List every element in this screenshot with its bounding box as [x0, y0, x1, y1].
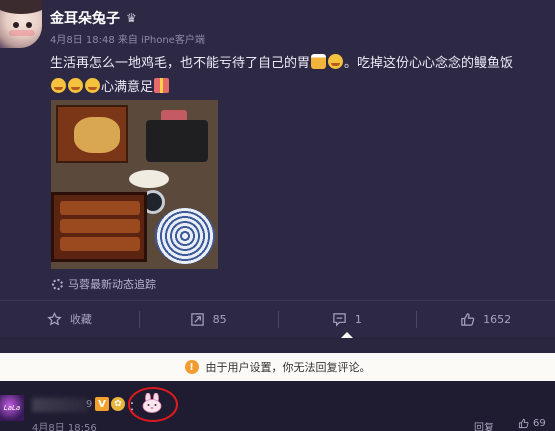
notice-text: 由于用户设置，你无法回复评论。	[205, 361, 371, 374]
favorite-label: 收藏	[69, 313, 92, 326]
username-text[interactable]: 金耳朵兔子	[50, 8, 120, 28]
action-bar: 收藏 85 1 1652	[0, 300, 555, 338]
repost-icon	[190, 312, 204, 326]
user-avatar[interactable]	[0, 0, 42, 48]
photo-bowl	[155, 208, 215, 264]
photo-tray	[56, 105, 128, 163]
favorite-button[interactable]: 收藏	[0, 301, 139, 337]
repost-button[interactable]: 85	[138, 301, 278, 337]
medal-badge-icon: ✿	[111, 397, 125, 411]
photo-eel-strip	[60, 201, 140, 215]
comment-meta: 4月8日 18:56	[32, 423, 97, 431]
comment-count: 1	[354, 312, 362, 326]
photo-grill	[146, 120, 208, 162]
post-photo[interactable]	[51, 100, 218, 269]
post-meta[interactable]: 4月8日 18:48 来自 iPhone客户端	[50, 31, 205, 46]
grin-emoji-icon	[51, 78, 66, 93]
gift-emoji-icon	[154, 78, 170, 93]
post-text-2: 。吃掉这份心心念念的鳗鱼饭	[344, 56, 514, 71]
beer-emoji-icon	[311, 54, 327, 69]
photo-tempura	[74, 117, 120, 153]
thumbs-up-icon	[461, 312, 475, 326]
commenter-name-blurred[interactable]	[32, 398, 88, 412]
source-label[interactable]: 马蓉最新动态追踪	[68, 276, 156, 292]
grin-emoji-icon	[85, 78, 100, 93]
comment-like-button[interactable]: 69	[518, 418, 546, 429]
comment-reply-button[interactable]: 回复	[474, 419, 494, 431]
post-content: 生活再怎么一地鸡毛，也不能亏待了自己的胃 。吃掉这份心心念念的鳗鱼饭 心满意足	[50, 52, 550, 100]
star-icon	[47, 311, 62, 325]
grin-emoji-icon	[68, 78, 83, 93]
post-author[interactable]: 金耳朵兔子 ♛	[50, 8, 137, 28]
red-highlight-circle	[128, 387, 178, 422]
post-text-1: 生活再怎么一地鸡毛，也不能亏待了自己的胃	[50, 56, 311, 71]
avatar-eye	[26, 22, 32, 28]
weibo-post-card: 金耳朵兔子 ♛ 4月8日 18:48 来自 iPhone客户端 生活再怎么一地鸡…	[0, 0, 555, 300]
avatar-eye	[13, 22, 19, 28]
commenter-name-tail: 9	[86, 399, 93, 410]
supertopic-icon	[52, 278, 63, 290]
photo-dish	[129, 170, 169, 188]
post-text-3: 心满意足	[101, 80, 154, 95]
comment-like-count: 69	[533, 418, 546, 429]
source-link[interactable]: 马蓉最新动态追踪	[52, 276, 156, 292]
commenter-avatar[interactable]: LaLa	[0, 395, 24, 421]
photo-unagi-box	[51, 192, 147, 262]
reply-disabled-notice: ! 由于用户设置，你无法回复评论。	[0, 353, 555, 381]
photo-eel-strip	[60, 219, 140, 233]
avatar-hair	[0, 0, 42, 14]
photo-eel-strip	[60, 237, 140, 251]
repost-count: 85	[212, 312, 227, 326]
smile-emoji-icon	[328, 54, 344, 69]
crown-icon: ♛	[126, 11, 137, 25]
like-button[interactable]: 1652	[416, 301, 555, 337]
avatar-cheek	[9, 30, 35, 36]
like-count: 1652	[483, 312, 512, 326]
vip-badge-icon: V	[95, 397, 109, 411]
thumbs-up-icon	[518, 418, 529, 429]
comment-icon	[333, 312, 346, 327]
warning-icon: !	[184, 360, 199, 374]
comment-button[interactable]: 1	[277, 301, 417, 338]
